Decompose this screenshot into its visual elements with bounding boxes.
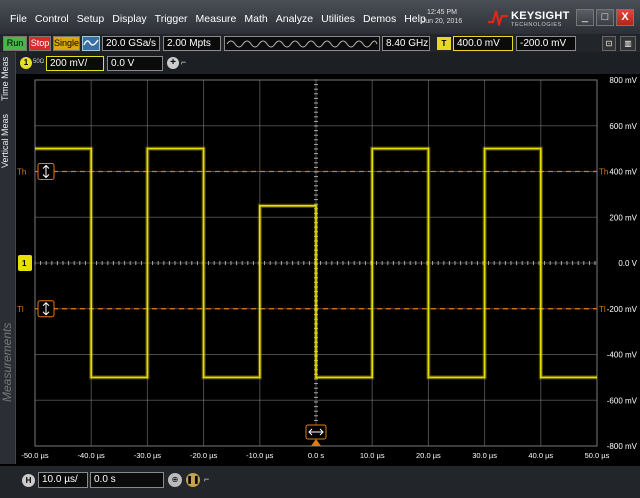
menu-bar: File Control Setup Display Trigger Measure Mat…	[0, 0, 640, 34]
waveform-preview	[224, 36, 380, 51]
trigger-badge[interactable]: T	[437, 37, 451, 50]
x-tick-label: 20.0 µs	[416, 451, 441, 460]
waveform-icon	[83, 39, 99, 46]
keysight-logo: KEYSIGHT TECHNOLOGIES	[487, 8, 572, 28]
menu-analyze[interactable]: Analyze	[272, 13, 317, 25]
ground-marker-label: 1	[22, 259, 27, 268]
threshold-label-right: Th	[599, 168, 608, 177]
x-tick-label: -30.0 µs	[134, 451, 161, 460]
menu-math[interactable]: Math	[240, 13, 271, 25]
stop-button[interactable]: Stop	[29, 36, 51, 51]
add-channel-icon[interactable]: +	[167, 57, 179, 69]
close-button[interactable]: X	[616, 9, 634, 26]
menu-trigger[interactable]: Trigger	[151, 13, 192, 25]
channel-menu-icon[interactable]: ⌐	[181, 57, 191, 69]
y-tick-label: 800 mV	[609, 76, 637, 85]
brand-name: KEYSIGHT	[511, 10, 570, 22]
memory-depth-field[interactable]: 2.00 Mpts	[163, 36, 221, 51]
single-button[interactable]: Single	[53, 36, 80, 51]
x-tick-label: 40.0 µs	[528, 451, 553, 460]
menu-utilities[interactable]: Utilities	[317, 13, 359, 25]
trigger-offset-field[interactable]: -200.0 mV	[516, 36, 576, 51]
x-tick-label: 10.0 µs	[360, 451, 385, 460]
menu-file[interactable]: File	[6, 13, 31, 25]
menu-setup[interactable]: Setup	[73, 13, 108, 25]
threshold-label-right: Tl	[599, 305, 606, 314]
horizontal-scale-field[interactable]: 10.0 µs/	[38, 472, 88, 488]
menu-demos[interactable]: Demos	[359, 13, 400, 25]
y-tick-label: 400 mV	[609, 168, 637, 177]
channel1-scale-field[interactable]: 200 mV/	[46, 56, 104, 71]
menu-measure[interactable]: Measure	[192, 13, 241, 25]
clock-date: Jun 20, 2016	[421, 18, 463, 25]
menu-items: File Control Setup Display Trigger Measure Mat…	[6, 13, 430, 25]
run-button[interactable]: Run	[3, 36, 27, 51]
horizontal-bar: H 10.0 µs/ 0.0 s ⊕ ❚❚ ⌐	[0, 466, 640, 498]
menu-display[interactable]: Display	[108, 13, 150, 25]
x-tick-label: 30.0 µs	[472, 451, 497, 460]
horizontal-position-field[interactable]: 0.0 s	[90, 472, 164, 488]
x-tick-label: -50.0 µs	[21, 451, 48, 460]
y-tick-label: 0.0 V	[618, 259, 637, 268]
bandwidth-field[interactable]: 8.40 GHz	[382, 36, 430, 51]
x-tick-label: -40.0 µs	[78, 451, 105, 460]
toolbar-pin-icon[interactable]: ⊡	[602, 36, 616, 51]
left-tab-strip: Time Meas Vertical Meas Measurements	[0, 52, 16, 464]
brand-sub: TECHNOLOGIES	[511, 22, 562, 28]
toolbar-layout-icon[interactable]: ▥	[620, 36, 636, 51]
zoom-icon[interactable]: ⊕	[168, 473, 182, 487]
horizontal-menu-icon[interactable]: ⌐	[204, 474, 209, 484]
graticule[interactable]: Th Th Tl Tl 1 800 mV 600 mV 400 mV 200 mV 0.0 V -2…	[16, 74, 640, 464]
waveform-display[interactable]: Th Th Tl Tl 1 800 mV 600 mV 400 mV 200 mV 0.0 V -2…	[16, 74, 640, 464]
y-tick-label: -800 mV	[607, 442, 638, 451]
x-tick-label: -10.0 µs	[246, 451, 273, 460]
menu-control[interactable]: Control	[31, 13, 73, 25]
control-bar: Run Stop Single 20.0 GSa/s 2.00 Mpts 8.4…	[0, 34, 640, 52]
clock-time: 12:45 PM	[427, 9, 457, 16]
trigger-position-icon	[311, 439, 321, 446]
tab-vertical-meas[interactable]: Vertical Meas	[0, 107, 16, 175]
maximize-button[interactable]: □	[596, 9, 614, 26]
channel-bar: 1 50Ω 200 mV/ 0.0 V + ⌐	[16, 52, 640, 74]
y-tick-label: 600 mV	[609, 122, 637, 131]
y-tick-label: -400 mV	[607, 351, 638, 360]
channel1-badge[interactable]: 1	[20, 57, 32, 69]
tab-time-meas[interactable]: Time Meas	[0, 55, 16, 103]
preview-wave-icon	[226, 40, 378, 48]
x-tick-label: -20.0 µs	[190, 451, 217, 460]
threshold-label-left: Th	[17, 168, 26, 177]
clock: 12:45 PM Jun 20, 2016	[408, 8, 476, 26]
trigger-level-field[interactable]: 400.0 mV	[453, 36, 513, 51]
keysight-wave-icon	[488, 10, 508, 26]
channel1-offset-field[interactable]: 0.0 V	[107, 56, 163, 71]
channel1-impedance: 50Ω	[33, 59, 45, 65]
y-tick-label: -600 mV	[607, 396, 638, 405]
x-tick-label: 0.0 s	[308, 451, 325, 460]
acquisition-mode-button[interactable]	[82, 36, 100, 51]
threshold-label-left: Tl	[17, 305, 24, 314]
minimize-button[interactable]: _	[576, 9, 594, 26]
y-tick-label: -200 mV	[607, 305, 638, 314]
x-tick-label: 50.0 µs	[585, 451, 610, 460]
y-tick-label: 200 mV	[609, 213, 637, 222]
horizontal-badge[interactable]: H	[22, 474, 35, 487]
pause-icon[interactable]: ❚❚	[186, 473, 200, 487]
sample-rate-field[interactable]: 20.0 GSa/s	[102, 36, 160, 51]
tab-measurements[interactable]: Measurements	[0, 282, 16, 442]
